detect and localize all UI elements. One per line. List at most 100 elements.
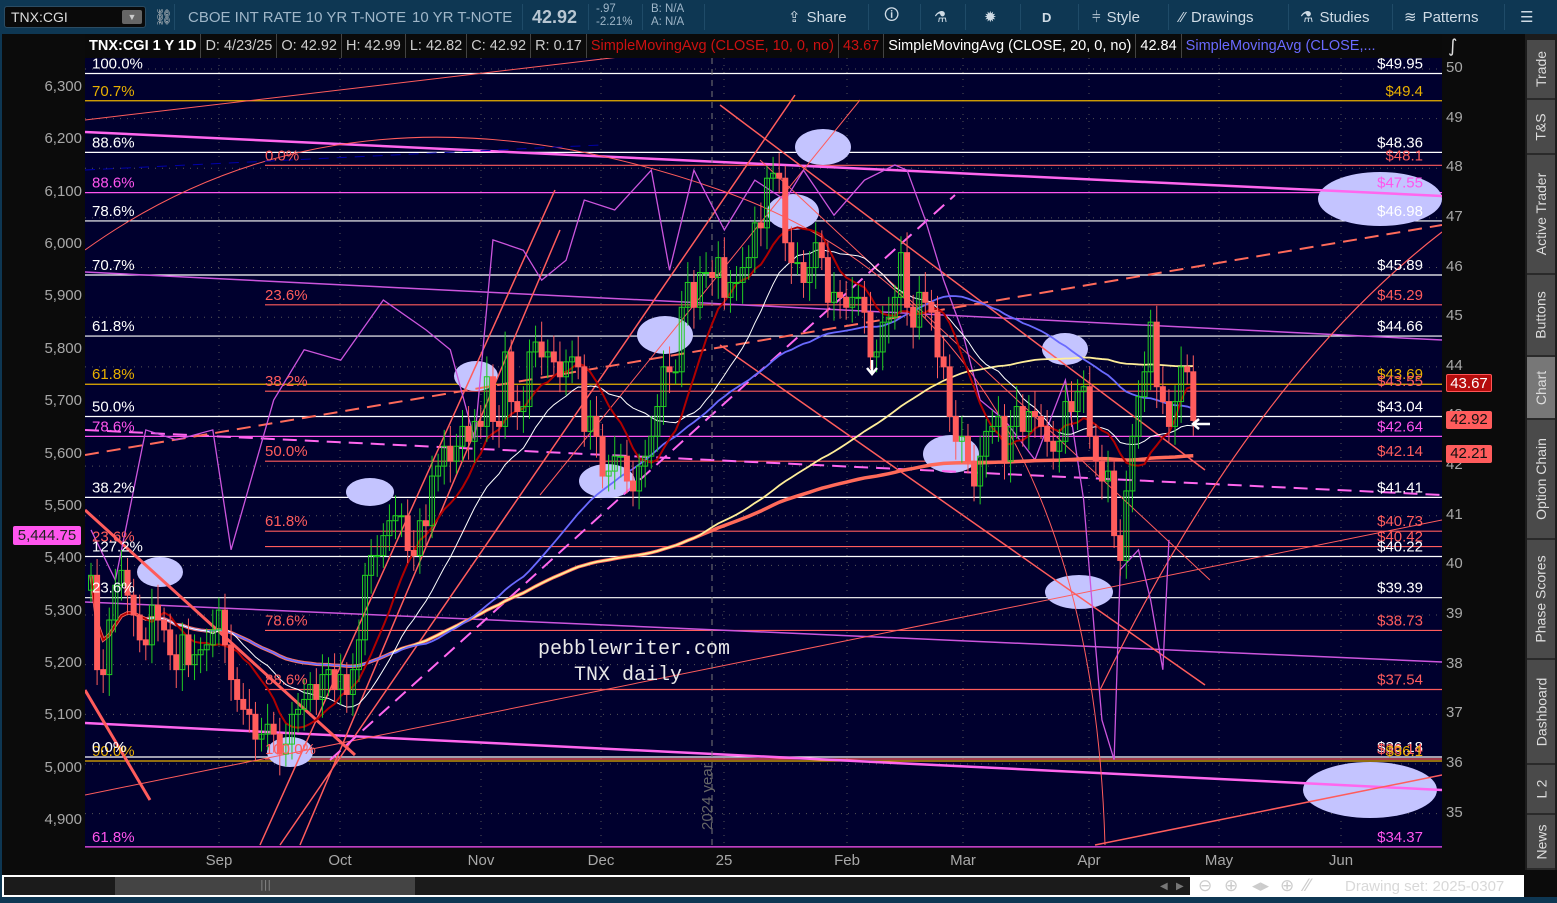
candle-body [410, 550, 417, 556]
sidebar-tab-label: News [1533, 823, 1550, 860]
study-sma20-label[interactable]: SimpleMovingAvg (CLOSE, 20, 0, no) [884, 34, 1137, 58]
menu-button[interactable]: ☰ [1520, 0, 1533, 34]
price-level-label: $34.37 [1377, 829, 1423, 846]
price-level-label: $47.55 [1377, 175, 1423, 192]
sidebar-tab-trade[interactable]: Trade [1527, 40, 1555, 100]
scroll-left-icon[interactable]: ◀ [1160, 881, 1168, 892]
sma10-price-tag: 43.67 [1446, 374, 1492, 392]
drawings-button[interactable]: ⁄⁄ Drawings [1180, 0, 1254, 34]
bar-high: H: 42.99 [342, 34, 406, 58]
candle-body [867, 311, 874, 358]
price-level-label: $45.29 [1377, 287, 1423, 304]
candle-icon: ⫩ [1092, 8, 1101, 26]
drawing-set-label[interactable]: Drawing set: 2025-0307 [1345, 878, 1504, 895]
candle-body [904, 252, 911, 308]
chart-title: TNX:CGI 1 Y 1D [85, 34, 202, 58]
candle-body [575, 356, 582, 368]
settings-button[interactable]: ✹ [984, 0, 997, 34]
time-axis-tick: Apr [1077, 852, 1101, 869]
left-axis-tick: 4,900 [44, 811, 82, 829]
fib-label: 23.6% [265, 287, 308, 304]
scrollbar-thumb[interactable]: ||| [115, 877, 415, 895]
candle-body [776, 172, 783, 179]
patterns-button[interactable]: ≋ Patterns [1404, 0, 1478, 34]
flask-button[interactable]: ⚗ [934, 0, 947, 34]
candle-body [240, 698, 247, 710]
right-axis-tick: 47 [1446, 207, 1463, 225]
fib-label: 23.6% [92, 580, 135, 597]
aggregation-button[interactable]: D [1042, 0, 1051, 34]
fib-label: 70.7% [92, 83, 135, 100]
price-level-label: $36.1 [1385, 743, 1423, 760]
candle-body [1117, 535, 1124, 561]
sidebar-tab-label: Chart [1533, 370, 1550, 405]
time-axis-tick: Feb [834, 852, 860, 869]
candle-body [1019, 406, 1026, 432]
study-sma10-label[interactable]: SimpleMovingAvg (CLOSE, 10, 0, no) [587, 34, 839, 58]
symbol-input[interactable]: TNX:CGI [11, 9, 68, 25]
drawing-tool-icon[interactable]: ⁄⁄ [1304, 876, 1310, 896]
study-sma20-value: 42.84 [1136, 34, 1182, 58]
fib-label: 88.6% [265, 672, 308, 689]
studies-button[interactable]: ⚗ Studies [1300, 0, 1370, 34]
price-chart[interactable]: 2024 year $49.95$49.4$48.36$48.1$47.55$4… [85, 58, 1442, 848]
candle-body [331, 669, 338, 690]
sidebar-tab-l-2[interactable]: L 2 [1527, 765, 1555, 815]
time-axis-tick: 25 [715, 852, 733, 869]
symbol-short-name: 10 YR T-NOTE [412, 8, 513, 26]
symbol-selector[interactable]: TNX:CGI ▼ [4, 6, 146, 28]
style-button[interactable]: ⫩ Style [1092, 0, 1140, 34]
candle-body [922, 291, 929, 303]
left-axis-tick: 5,900 [44, 287, 82, 305]
sidebar-tab-dashboard[interactable]: Dashboard [1527, 660, 1555, 765]
fib-label: 78.6% [265, 612, 308, 629]
fib-label: 61.8% [92, 829, 135, 846]
bar-close: C: 42.92 [467, 34, 532, 58]
price-level-label: $42.14 [1377, 443, 1423, 460]
candle-body [1068, 401, 1075, 413]
right-axis-tick: 45 [1446, 307, 1463, 325]
patterns-icon: ≋ [1404, 9, 1417, 26]
candle-body [1038, 415, 1045, 427]
share-button[interactable]: ⇪ Share [788, 0, 847, 34]
left-axis-tick: 6,300 [44, 78, 82, 95]
study-sma-blue-label[interactable]: SimpleMovingAvg (CLOSE,... [1182, 34, 1380, 58]
candle-body [794, 262, 801, 265]
left-axis-tick: 5,500 [44, 496, 82, 514]
price-level-label: $39.39 [1377, 580, 1423, 597]
crosshair-icon[interactable]: ⊕ [1280, 876, 1294, 896]
sidebar-tab-phase-scores[interactable]: Phase Scores [1527, 540, 1555, 660]
candle-body [221, 609, 228, 646]
zoom-in-icon[interactable]: ⊕ [1224, 876, 1238, 896]
candle-body [928, 301, 935, 313]
flask-icon: ⚗ [934, 9, 948, 26]
pan-icon[interactable]: ◂▸ [1252, 876, 1269, 896]
candle-body [343, 674, 350, 695]
info-button[interactable]: 🛈 [884, 0, 899, 34]
time-axis-tick: Mar [950, 852, 976, 869]
annotation-ellipse [1042, 333, 1088, 365]
list-icon: ☰ [1520, 9, 1534, 26]
study-curve-icon[interactable]: ∫ [1448, 36, 1457, 57]
price-level-label: $38.73 [1377, 612, 1423, 629]
scroll-right-icon[interactable]: ▶ [1176, 881, 1184, 892]
sidebar-tab-buttons[interactable]: Buttons [1527, 275, 1555, 357]
sidebar-tab-chart[interactable]: Chart [1527, 357, 1555, 420]
sidebar-tab-label: Buttons [1533, 291, 1550, 339]
right-axis-tick: 44 [1446, 356, 1463, 374]
sidebar-tab-t-s[interactable]: T&S [1527, 100, 1555, 155]
left-axis-tick: 5,700 [44, 392, 82, 410]
left-axis-tick: 5,400 [44, 549, 82, 567]
candle-body [1001, 415, 1008, 462]
sidebar-tab-active-trader[interactable]: Active Trader [1527, 155, 1555, 275]
zoom-out-icon[interactable]: ⊖ [1198, 876, 1212, 896]
dropdown-arrow-icon[interactable]: ▼ [122, 10, 142, 24]
sidebar-tab-option-chain[interactable]: Option Chain [1527, 420, 1555, 540]
right-axis-tick: 48 [1446, 158, 1463, 176]
sidebar-tab-news[interactable]: News [1527, 815, 1555, 870]
time-axis-tick: May [1204, 852, 1234, 869]
candle-body [1031, 411, 1038, 417]
candle-body [130, 594, 137, 616]
link-icon[interactable]: ⛓ [154, 0, 173, 34]
left-axis-tick: 5,200 [44, 653, 82, 671]
